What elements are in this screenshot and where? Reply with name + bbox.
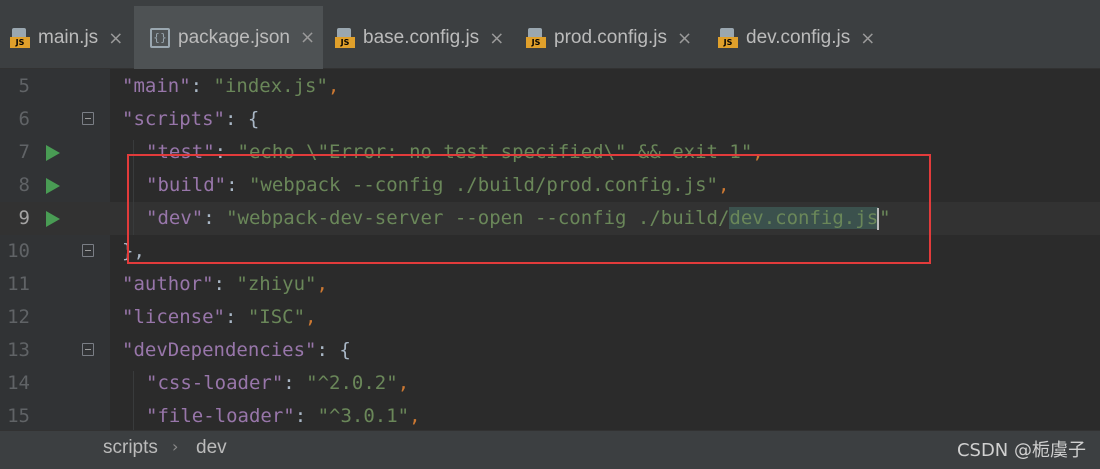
close-icon[interactable]: ×: [300, 27, 315, 48]
fold-icon[interactable]: [82, 244, 94, 257]
line-number: 5: [18, 75, 30, 97]
code-line: 5 "main": "index.js",: [0, 70, 1100, 103]
tab-label: dev.config.js: [746, 27, 851, 48]
code-token: "license": [122, 306, 225, 328]
code-text: "file-loader": "^3.0.1",: [146, 400, 421, 433]
line-number: 7: [18, 141, 30, 163]
code-token: :: [190, 75, 214, 97]
tab-label: prod.config.js: [554, 27, 668, 48]
code-token: ,: [397, 372, 410, 394]
code-token: :: [224, 306, 248, 328]
breadcrumb: scripts › dev: [0, 430, 1100, 469]
tab-label: package.json: [178, 26, 290, 48]
code-token: ,: [327, 75, 340, 97]
line-number: 14: [7, 372, 30, 394]
close-icon[interactable]: ×: [108, 28, 123, 49]
code-line: 13 "devDependencies": {: [0, 334, 1100, 367]
code-text: "main": "index.js",: [122, 70, 339, 103]
code-token: "^3.0.1": [317, 405, 410, 427]
line-number: 8: [18, 174, 30, 196]
js-file-icon: [526, 28, 546, 48]
code-text: "author": "zhiyu",: [122, 268, 328, 301]
code-token: : {: [316, 339, 351, 361]
line-number: 9: [18, 207, 30, 229]
json-file-icon: {}: [150, 27, 170, 48]
breadcrumb-item-dev[interactable]: dev: [196, 437, 227, 459]
code-token: "author": [122, 273, 214, 295]
code-line: 12 "license": "ISC",: [0, 301, 1100, 334]
js-file-icon: [718, 28, 738, 48]
code-token: "^2.0.2": [306, 372, 398, 394]
chevron-right-icon: ›: [172, 437, 179, 456]
code-token: "css-loader": [146, 372, 284, 394]
code-token: "main": [122, 75, 191, 97]
tab-dev-config-js[interactable]: dev.config.js ×: [718, 8, 875, 68]
tab-label: main.js: [38, 27, 99, 48]
code-line: 11 "author": "zhiyu",: [0, 268, 1100, 301]
tab-package-json[interactable]: {} package.json ×: [134, 6, 323, 69]
code-token: ,: [316, 273, 328, 295]
code-token: : {: [224, 108, 260, 130]
tab-prod-config-js[interactable]: prod.config.js ×: [526, 8, 692, 68]
code-token: "index.js": [213, 75, 328, 97]
line-number: 13: [7, 339, 30, 361]
code-token: "devDependencies": [122, 339, 317, 361]
editor-tab-bar: main.js × {} package.json × base.config.…: [0, 0, 1100, 69]
tab-base-config-js[interactable]: base.config.js ×: [335, 8, 504, 68]
line-number: 6: [18, 108, 30, 130]
code-token: "ISC": [247, 306, 306, 328]
code-token: "scripts": [122, 108, 225, 130]
close-icon[interactable]: ×: [489, 28, 504, 49]
fold-icon[interactable]: [82, 343, 94, 356]
tab-label: base.config.js: [363, 27, 480, 48]
close-icon[interactable]: ×: [677, 28, 692, 49]
run-script-icon[interactable]: [46, 211, 60, 227]
watermark: CSDN @栀虞子: [956, 440, 1086, 461]
close-icon[interactable]: ×: [860, 28, 875, 49]
code-token: :: [283, 372, 307, 394]
code-line: 15 "file-loader": "^3.0.1",: [0, 400, 1100, 433]
code-token: :: [213, 273, 237, 295]
code-token: ,: [305, 306, 317, 328]
code-token: ,: [409, 405, 421, 427]
tab-main-js[interactable]: main.js ×: [10, 8, 123, 68]
code-text: "license": "ISC",: [122, 301, 317, 334]
run-script-icon[interactable]: [46, 145, 60, 161]
line-number: 11: [7, 273, 30, 295]
code-token: :: [294, 405, 318, 427]
line-number: 10: [7, 240, 30, 262]
line-number: 15: [7, 405, 30, 427]
fold-icon[interactable]: [82, 112, 94, 125]
code-line: 6 "scripts": {: [0, 103, 1100, 136]
line-number: 12: [7, 306, 30, 328]
code-line: 14 "css-loader": "^2.0.2",: [0, 367, 1100, 400]
code-text: "css-loader": "^2.0.2",: [146, 367, 409, 400]
code-text: "devDependencies": {: [122, 334, 351, 367]
breadcrumb-item-scripts[interactable]: scripts: [103, 437, 158, 459]
js-file-icon: [10, 28, 30, 48]
code-token: "file-loader": [146, 405, 295, 427]
run-script-icon[interactable]: [46, 178, 60, 194]
red-annotation-box: [127, 154, 931, 264]
code-token: "zhiyu": [236, 273, 317, 295]
code-text: "scripts": {: [122, 103, 259, 136]
js-file-icon: [335, 28, 355, 48]
